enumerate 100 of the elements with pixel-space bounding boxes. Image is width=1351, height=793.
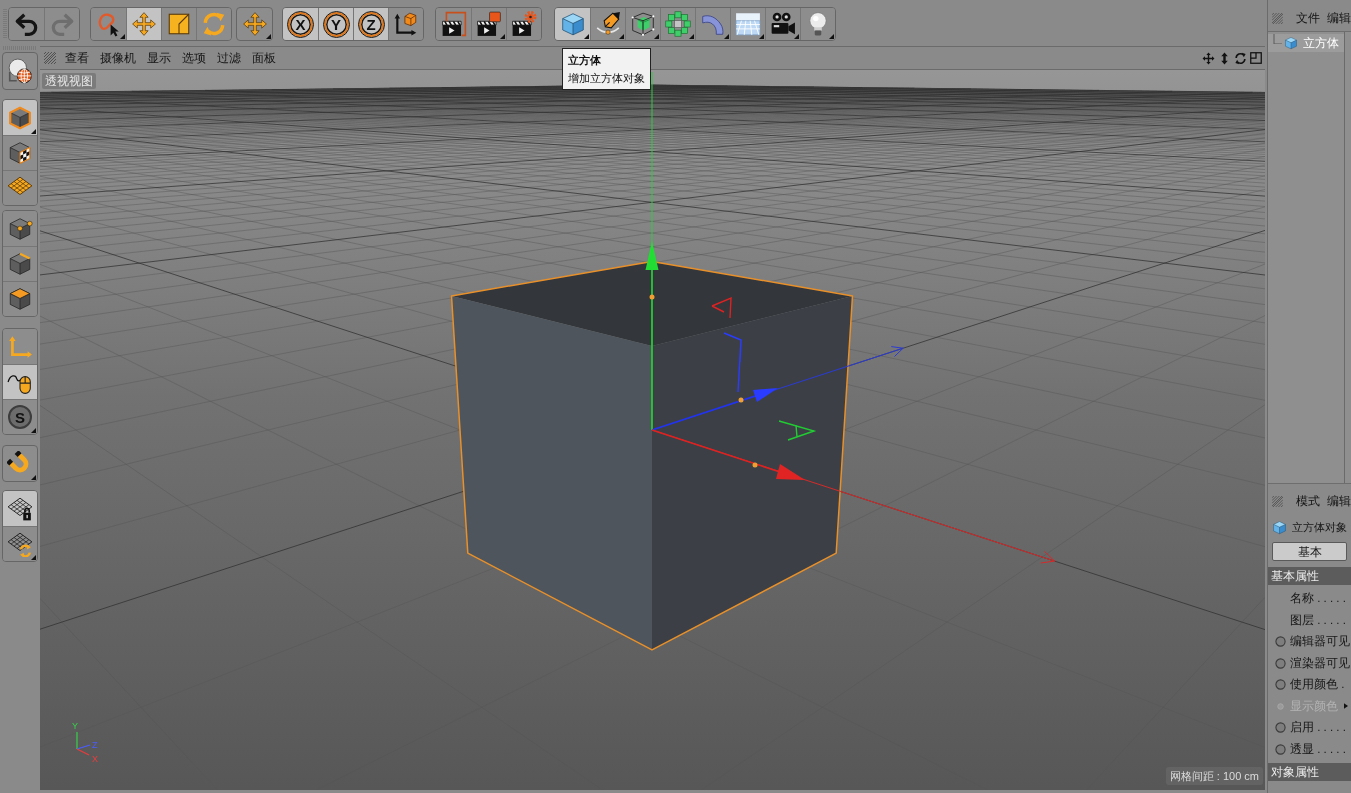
grip-icon bbox=[1272, 495, 1283, 507]
plane-handle[interactable] bbox=[711, 296, 732, 319]
section-header: 对象属性 bbox=[1268, 763, 1351, 781]
magnet-button[interactable] bbox=[2, 445, 38, 482]
model-mode-button[interactable] bbox=[3, 100, 37, 135]
move-button[interactable] bbox=[126, 8, 161, 40]
camera-icon bbox=[770, 11, 796, 37]
menu-item[interactable]: 摄像机 bbox=[100, 52, 136, 64]
z-move-handle[interactable] bbox=[651, 388, 778, 431]
make-editable-button[interactable] bbox=[2, 52, 38, 90]
polygons-mode-button[interactable] bbox=[3, 281, 37, 316]
camera-button[interactable] bbox=[765, 8, 800, 40]
render-button[interactable] bbox=[471, 8, 506, 40]
axis-lock-button[interactable]: Z bbox=[353, 8, 388, 40]
circle-icon[interactable] bbox=[1275, 722, 1286, 734]
pen-nib-icon bbox=[595, 11, 621, 37]
viewport-label: 透视视图 bbox=[42, 73, 96, 89]
grid-spacing-label: 网格间距 : 100 cm bbox=[1165, 767, 1263, 785]
pen-button[interactable] bbox=[590, 8, 625, 40]
snap-button[interactable]: S bbox=[3, 399, 37, 434]
handle-dot[interactable] bbox=[649, 294, 655, 300]
tree-line bbox=[1273, 34, 1282, 44]
live-selection-button[interactable] bbox=[91, 8, 126, 40]
tooltip-text: 增加立方体对象 bbox=[568, 71, 645, 86]
axis-label: Z bbox=[92, 740, 98, 750]
menu-item[interactable]: 查看 bbox=[65, 52, 89, 64]
grip-icon bbox=[44, 52, 56, 64]
sphere-globe-icon bbox=[7, 58, 33, 84]
parameter-label: 渲染器可见 bbox=[1290, 657, 1350, 669]
object-row[interactable]: 立方体 bbox=[1268, 34, 1344, 52]
cube-icon bbox=[559, 11, 586, 37]
orbit-arrows-icon[interactable] bbox=[1234, 51, 1247, 65]
workplane-mode-button[interactable] bbox=[3, 170, 37, 205]
cube-edge-icon bbox=[7, 251, 33, 277]
plane-handle[interactable] bbox=[778, 420, 817, 441]
object-name: 立方体 bbox=[1303, 37, 1339, 49]
grip-icon bbox=[1272, 12, 1283, 24]
clapperboard-frame-icon bbox=[440, 11, 467, 37]
circle-icon[interactable] bbox=[1275, 636, 1286, 648]
cube-outline-icon bbox=[7, 104, 33, 131]
handle-dot[interactable] bbox=[752, 462, 758, 468]
axes-cube-icon bbox=[393, 11, 419, 37]
axis-label: X bbox=[92, 754, 98, 764]
cube-ring-icon bbox=[665, 11, 691, 37]
menu-item[interactable]: 模式 bbox=[1296, 495, 1320, 507]
menu-item[interactable]: 编辑 bbox=[1327, 12, 1351, 24]
parameter-label: 名称 . . . . . bbox=[1290, 593, 1346, 605]
section-header: 基本属性 bbox=[1268, 567, 1351, 585]
x-move-handle[interactable] bbox=[651, 429, 805, 480]
tab[interactable]: 基本 bbox=[1272, 542, 1347, 561]
axis-indicator-drawing bbox=[76, 731, 91, 756]
parameter-label: 图层 . . . . . bbox=[1290, 614, 1346, 626]
cube-icon bbox=[1272, 519, 1287, 535]
redo-icon bbox=[49, 11, 75, 37]
cube-button[interactable] bbox=[555, 8, 590, 40]
clapperboard-icon bbox=[476, 11, 502, 37]
clapperboard-gear-icon bbox=[511, 11, 537, 37]
circle-icon[interactable] bbox=[1275, 657, 1286, 669]
pan-arrows-icon[interactable] bbox=[1202, 51, 1215, 65]
floor-button[interactable] bbox=[730, 8, 765, 40]
cube-icon bbox=[1284, 36, 1298, 50]
scale-square-icon bbox=[166, 11, 192, 37]
handle-dot[interactable] bbox=[738, 397, 744, 403]
transform-button[interactable] bbox=[236, 7, 273, 41]
tooltip-title: 立方体 bbox=[568, 53, 602, 68]
tweak-mode-button[interactable] bbox=[3, 364, 37, 399]
undo-icon bbox=[13, 11, 40, 37]
grid-rotate-icon bbox=[7, 531, 33, 557]
cloner-button[interactable] bbox=[660, 8, 695, 40]
coordinate-system-button[interactable] bbox=[388, 8, 423, 40]
window-icon[interactable] bbox=[1250, 52, 1262, 64]
menu-item[interactable]: 文件 bbox=[1296, 12, 1320, 24]
axis-label: Y bbox=[72, 721, 78, 731]
object-title: 立方体对象 bbox=[1292, 521, 1347, 533]
plane-handle[interactable] bbox=[723, 332, 742, 393]
move-arrows-icon bbox=[131, 11, 157, 37]
lock-workplane-button[interactable] bbox=[3, 491, 37, 526]
axis-lock-button[interactable]: X bbox=[283, 8, 318, 40]
parameter-label: 透显 . . . . . bbox=[1290, 743, 1346, 755]
circle-icon[interactable] bbox=[1275, 679, 1286, 691]
menu-item[interactable]: 编辑 bbox=[1327, 495, 1351, 507]
menu-item[interactable]: 显示 bbox=[147, 52, 171, 64]
render-settings-button[interactable] bbox=[506, 8, 541, 40]
light-button[interactable] bbox=[800, 8, 835, 40]
axis-lock-button[interactable]: Y bbox=[318, 8, 353, 40]
cube[interactable] bbox=[450, 260, 854, 651]
subdivision-surface-button[interactable] bbox=[625, 8, 660, 40]
parameter-label: 使用颜色 . bbox=[1290, 679, 1345, 691]
axes-icon bbox=[7, 333, 33, 360]
cube-face-icon bbox=[7, 286, 33, 312]
circle-icon[interactable] bbox=[1275, 743, 1286, 755]
checker-cube-icon bbox=[7, 140, 33, 166]
y-move-handle[interactable] bbox=[645, 241, 659, 431]
parameter-label: 编辑器可见 bbox=[1290, 636, 1350, 648]
expand-triangle-icon[interactable] bbox=[1344, 703, 1348, 710]
menu-item[interactable]: 过滤 bbox=[217, 52, 241, 64]
workplane-align-button[interactable] bbox=[3, 526, 37, 561]
menu-item[interactable]: 选项 bbox=[182, 52, 206, 64]
menu-item[interactable]: 面板 bbox=[252, 52, 276, 64]
move-arrows-icon bbox=[241, 11, 268, 37]
